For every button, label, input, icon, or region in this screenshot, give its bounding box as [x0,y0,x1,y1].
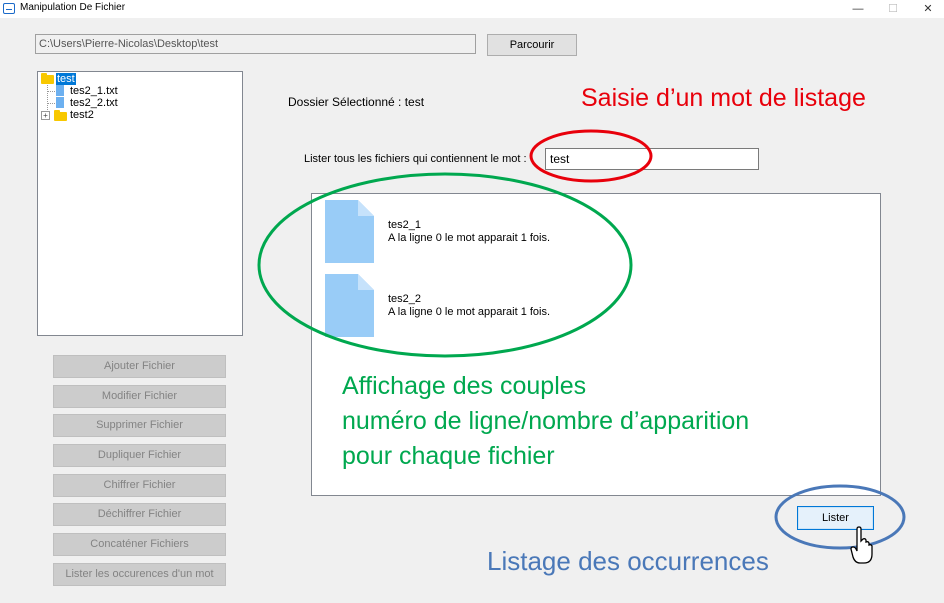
results-highlight-ellipse [257,172,633,358]
input-annotation: Saisie d’un mot de listage [581,84,866,112]
button-highlight-ellipse [774,484,906,550]
input-highlight-ellipse [529,129,653,183]
results-annotation-line-3: pour chaque fichier [342,442,555,470]
results-annotation-line-2: numéro de ligne/nombre d’apparition [342,407,750,435]
listing-annotation: Listage des occurrences [487,546,769,576]
results-annotation-line-1: Affichage des couples [342,372,587,400]
hand-cursor-icon [850,526,873,564]
